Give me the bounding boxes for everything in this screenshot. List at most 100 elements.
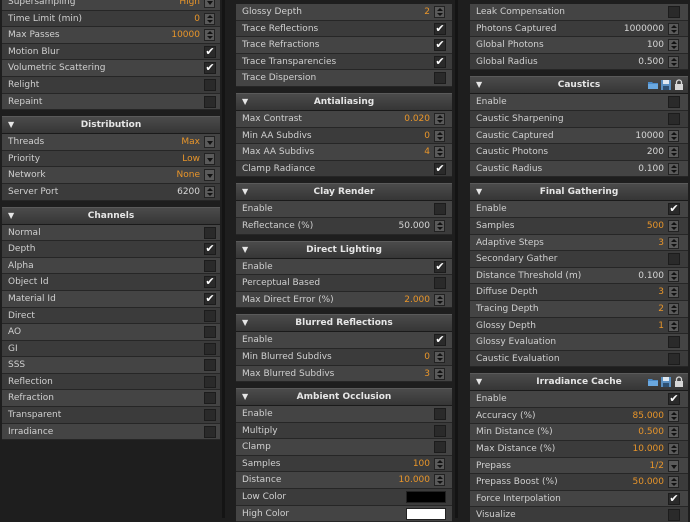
lock-icon[interactable] (674, 376, 684, 388)
spinner-arrows-icon[interactable] (668, 302, 679, 315)
spinner-arrows-icon[interactable] (434, 219, 445, 232)
spinner-arrows-icon[interactable] (434, 6, 445, 18)
save-disk-icon[interactable] (661, 376, 671, 388)
column-divider[interactable] (455, 0, 458, 518)
spinner-arrows-icon[interactable] (434, 350, 445, 363)
collapse-triangle-icon[interactable]: ▼ (242, 242, 248, 258)
setting-value[interactable]: 4 (424, 144, 430, 160)
checkbox-checked[interactable]: ✔ (204, 62, 216, 75)
spinner-arrows-icon[interactable] (668, 409, 679, 422)
spinner-arrows-icon[interactable] (434, 474, 445, 487)
setting-value[interactable]: 0.100 (638, 161, 664, 177)
spinner-arrows-icon[interactable] (204, 185, 215, 198)
setting-value[interactable]: 1/2 (650, 458, 664, 474)
setting-value[interactable]: 500 (647, 218, 664, 234)
checkbox-unchecked[interactable] (434, 408, 446, 421)
setting-value[interactable]: 10.000 (399, 472, 431, 488)
setting-value[interactable]: 2 (424, 4, 430, 20)
checkbox-checked[interactable]: ✔ (204, 45, 216, 58)
checkbox-checked[interactable]: ✔ (434, 162, 446, 175)
checkbox-checked[interactable]: ✔ (434, 260, 446, 273)
dropdown-arrow-icon[interactable] (204, 152, 215, 165)
setting-value[interactable]: 3 (424, 366, 430, 382)
spinner-arrows-icon[interactable] (434, 293, 445, 306)
collapse-triangle-icon[interactable]: ▼ (476, 374, 482, 390)
checkbox-unchecked[interactable] (668, 352, 680, 365)
checkbox-unchecked[interactable] (204, 359, 216, 372)
checkbox-checked[interactable]: ✔ (668, 203, 680, 216)
checkbox-unchecked[interactable] (204, 309, 216, 322)
spinner-arrows-icon[interactable] (434, 129, 445, 142)
dropdown-arrow-icon[interactable] (204, 169, 215, 182)
spinner-arrows-icon[interactable] (668, 162, 679, 175)
checkbox-checked[interactable]: ✔ (204, 276, 216, 289)
checkbox-unchecked[interactable] (434, 203, 446, 216)
setting-value[interactable]: 0 (424, 349, 430, 365)
setting-value[interactable]: 10000 (171, 27, 200, 43)
checkbox-unchecked[interactable] (668, 336, 680, 349)
spinner-arrows-icon[interactable] (434, 146, 445, 159)
section-header-caustics[interactable]: ▼ Caustics (470, 76, 688, 95)
checkbox-unchecked[interactable] (204, 392, 216, 405)
setting-value[interactable]: 1 (658, 318, 664, 334)
spinner-arrows-icon[interactable] (668, 236, 679, 249)
collapse-triangle-icon[interactable]: ▼ (242, 94, 248, 110)
checkbox-unchecked[interactable] (668, 96, 680, 109)
collapse-triangle-icon[interactable]: ▼ (242, 389, 248, 405)
checkbox-unchecked[interactable] (434, 424, 446, 437)
setting-value[interactable]: 0.500 (638, 424, 664, 440)
collapse-triangle-icon[interactable]: ▼ (476, 77, 482, 93)
spinner-arrows-icon[interactable] (668, 269, 679, 282)
collapse-triangle-icon[interactable]: ▼ (8, 208, 14, 224)
checkbox-checked[interactable]: ✔ (434, 55, 446, 68)
setting-value[interactable]: High (179, 0, 200, 10)
section-header-direct-lighting[interactable]: ▼ Direct Lighting (236, 240, 452, 259)
checkbox-unchecked[interactable] (204, 409, 216, 422)
checkbox-unchecked[interactable] (434, 441, 446, 454)
color-swatch[interactable] (406, 491, 446, 504)
setting-value[interactable]: 0 (424, 128, 430, 144)
setting-value[interactable]: 0.020 (404, 111, 430, 127)
checkbox-checked[interactable]: ✔ (204, 292, 216, 305)
spinner-arrows-icon[interactable] (204, 29, 215, 42)
dropdown-arrow-icon[interactable] (204, 136, 215, 149)
setting-value[interactable]: 10.000 (633, 441, 665, 457)
section-header-antialiasing[interactable]: ▼ Antialiasing (236, 92, 452, 111)
spinner-arrows-icon[interactable] (434, 457, 445, 470)
spinner-arrows-icon[interactable] (668, 129, 679, 142)
setting-value[interactable]: Low (182, 151, 200, 167)
spinner-arrows-icon[interactable] (668, 476, 679, 489)
save-disk-icon[interactable] (661, 79, 671, 91)
checkbox-unchecked[interactable] (204, 342, 216, 355)
checkbox-checked[interactable]: ✔ (434, 39, 446, 52)
checkbox-checked[interactable]: ✔ (204, 243, 216, 256)
checkbox-unchecked[interactable] (204, 95, 216, 108)
setting-value[interactable]: Max (181, 134, 200, 150)
checkbox-unchecked[interactable] (668, 509, 680, 522)
spinner-arrows-icon[interactable] (668, 286, 679, 299)
checkbox-unchecked[interactable] (668, 6, 680, 18)
setting-value[interactable]: 0.100 (638, 268, 664, 284)
checkbox-unchecked[interactable] (668, 112, 680, 125)
column-divider[interactable] (222, 0, 225, 518)
spinner-arrows-icon[interactable] (668, 426, 679, 439)
checkbox-unchecked[interactable] (204, 375, 216, 388)
section-header-ambient-occlusion[interactable]: ▼ Ambient Occlusion (236, 388, 452, 407)
dropdown-arrow-icon[interactable] (204, 0, 215, 8)
checkbox-checked[interactable]: ✔ (434, 22, 446, 35)
checkbox-unchecked[interactable] (434, 72, 446, 85)
setting-value[interactable]: None (177, 167, 200, 183)
folder-open-icon[interactable] (648, 376, 658, 387)
section-header-final-gathering[interactable]: ▼ Final Gathering (470, 183, 688, 202)
collapse-triangle-icon[interactable]: ▼ (242, 315, 248, 331)
checkbox-checked[interactable]: ✔ (668, 393, 680, 406)
spinner-arrows-icon[interactable] (668, 443, 679, 456)
checkbox-unchecked[interactable] (204, 226, 216, 239)
collapse-triangle-icon[interactable]: ▼ (242, 184, 248, 200)
lock-icon[interactable] (674, 79, 684, 91)
setting-value[interactable]: 2 (658, 301, 664, 317)
spinner-arrows-icon[interactable] (668, 319, 679, 332)
checkbox-unchecked[interactable] (434, 277, 446, 290)
checkbox-unchecked[interactable] (204, 425, 216, 438)
section-header-distribution[interactable]: ▼ Distribution (2, 116, 220, 135)
